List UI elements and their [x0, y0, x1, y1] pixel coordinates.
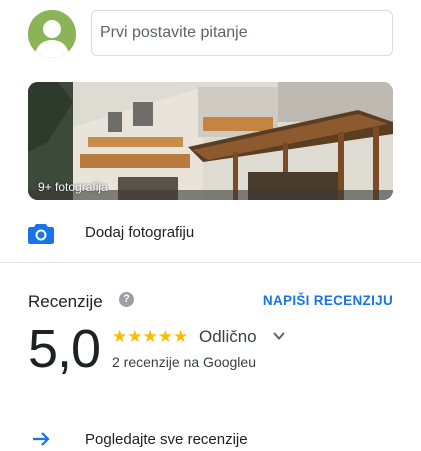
write-review-button[interactable]: NAPIŠI RECENZIJU	[263, 293, 393, 308]
question-input[interactable]	[91, 10, 393, 56]
add-photo-label: Dodaj fotografiju	[85, 224, 195, 241]
star-rating: ★★★★★	[112, 327, 189, 346]
avatar	[28, 10, 76, 58]
person-icon	[28, 10, 76, 58]
camera-icon	[28, 224, 54, 244]
question-row	[28, 10, 393, 58]
see-all-reviews-label: Pogledajte sve recenzije	[85, 431, 248, 448]
photo-count-label: 9+ fotografija	[38, 180, 108, 194]
rating-label[interactable]: Odlično	[199, 327, 257, 347]
chevron-down-icon[interactable]	[272, 329, 286, 343]
rating-score: 5,0	[28, 319, 101, 379]
reviews-header: Recenzije ? NAPIŠI RECENZIJU	[28, 290, 393, 314]
photo-gallery[interactable]: 9+ fotografija	[28, 82, 393, 200]
reviews-title: Recenzije	[28, 292, 103, 311]
add-photo-button[interactable]: Dodaj fotografiju	[28, 218, 393, 248]
see-all-reviews-button[interactable]: Pogledajte sve recenzije	[28, 429, 393, 451]
help-icon[interactable]: ?	[119, 292, 134, 307]
review-count: 2 recenzije na Googleu	[112, 354, 256, 370]
arrow-right-icon	[33, 432, 50, 446]
section-divider	[0, 262, 421, 263]
